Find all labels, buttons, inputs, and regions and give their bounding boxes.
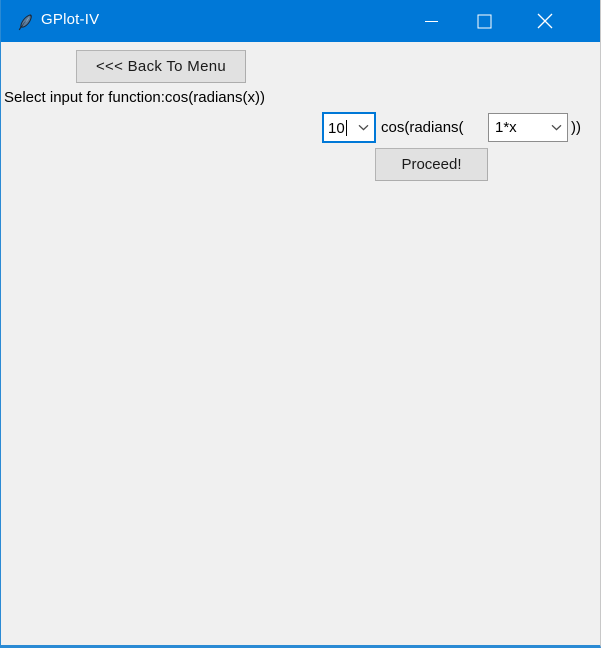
inner-expression-value: 1*x [495, 120, 517, 135]
main-content: <<< Back To Menu Select input for functi… [2, 42, 601, 645]
chevron-down-icon[interactable] [352, 114, 374, 141]
input-count-text: 10 [328, 119, 345, 136]
expression-suffix-label: )) [571, 119, 581, 136]
back-to-menu-button[interactable]: <<< Back To Menu [76, 50, 246, 83]
window-title: GPlot-IV [41, 11, 100, 28]
proceed-button[interactable]: Proceed! [375, 148, 488, 181]
text-caret [345, 119, 347, 136]
minimize-icon [425, 21, 438, 22]
close-icon [537, 13, 553, 29]
input-count-value: 10 [324, 119, 352, 136]
maximize-button[interactable] [461, 0, 507, 42]
chevron-down-icon[interactable] [545, 114, 567, 141]
prompt-label: Select input for function:cos(radians(x)… [4, 89, 265, 106]
title-bar[interactable]: GPlot-IV [1, 0, 600, 42]
input-count-combobox[interactable]: 10 [322, 112, 376, 143]
feather-icon [15, 12, 35, 32]
application-window: GPlot-IV <<< Back To Menu Select input f… [0, 0, 601, 648]
expression-prefix-label: cos(radians( [381, 119, 464, 136]
close-button[interactable] [522, 0, 568, 42]
minimize-button[interactable] [408, 0, 454, 42]
inner-expression-combobox[interactable]: 1*x [488, 113, 568, 142]
maximize-icon [477, 14, 492, 29]
